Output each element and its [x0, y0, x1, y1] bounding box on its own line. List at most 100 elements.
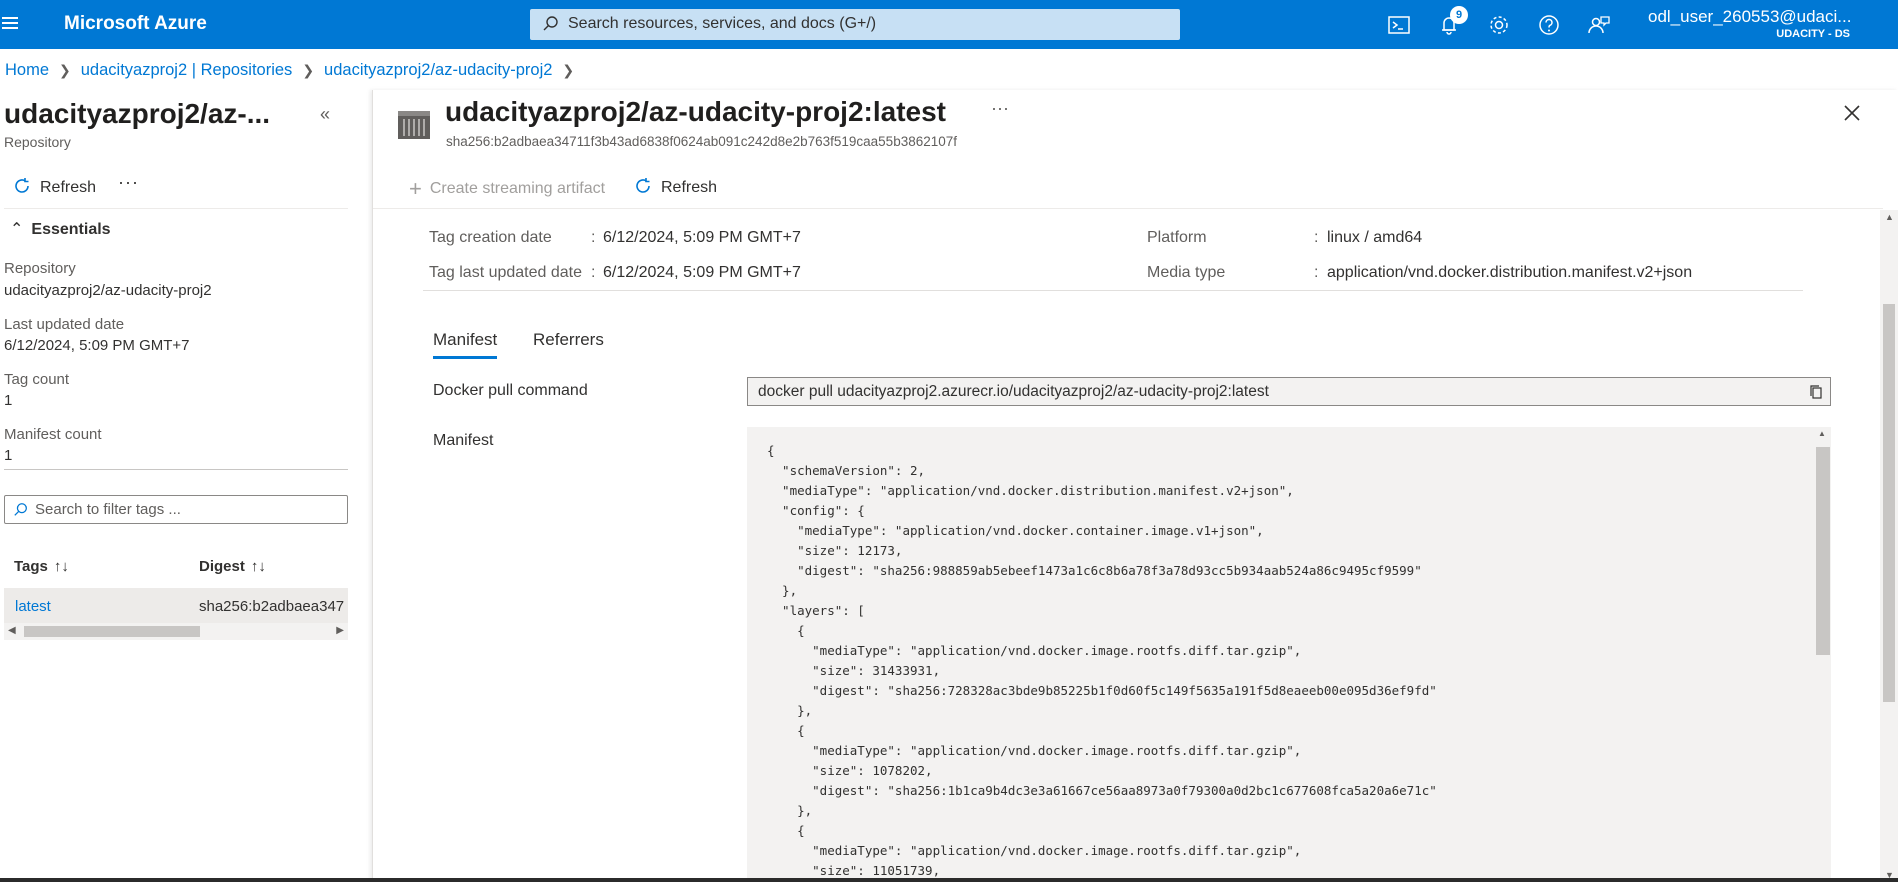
user-account[interactable]: odl_user_260553@udaci... UDACITY - DS	[1648, 7, 1850, 40]
essentials-label: Essentials	[31, 221, 111, 238]
content-refresh-label: Refresh	[661, 179, 718, 196]
tag-updated-label: Tag last updated date	[429, 264, 583, 281]
property-value: udacityazproj2/az-udacity-proj2	[4, 282, 212, 299]
scrollbar-thumb[interactable]	[1883, 304, 1895, 702]
repository-subtitle: Repository	[4, 134, 71, 150]
docker-pull-value: docker pull udacityazproj2.azurecr.io/ud…	[758, 383, 1269, 400]
more-options-button[interactable]: ···	[991, 98, 1009, 119]
chevron-right-icon: ❯	[562, 62, 575, 78]
media-type-value: application/vnd.docker.distribution.mani…	[1327, 264, 1693, 281]
search-placeholder: Search resources, services, and docs (G+…	[568, 15, 877, 32]
docker-pull-label: Docker pull command	[433, 382, 588, 399]
filter-placeholder: Search to filter tags ...	[35, 501, 181, 518]
property-label: Tag count	[4, 371, 70, 388]
content-refresh-button[interactable]: Refresh	[633, 176, 717, 197]
property-value: 6/12/2024, 5:09 PM GMT+7	[4, 337, 190, 354]
scrollbar-thumb[interactable]	[24, 626, 200, 637]
collapse-pane-icon[interactable]: «	[320, 104, 330, 125]
colon: :	[591, 264, 596, 281]
column-header-digest[interactable]: Digest ↑↓	[199, 558, 266, 575]
hamburger-menu-icon[interactable]	[0, 14, 20, 34]
repository-pane: udacityazproj2/az-... Repository « Refre…	[0, 90, 372, 882]
media-type-label: Media type	[1147, 264, 1226, 281]
notification-badge: 9	[1450, 6, 1468, 24]
breadcrumb: Home ❯ udacityazproj2 | Repositories ❯ udaci…	[5, 61, 584, 80]
breadcrumb-home[interactable]: Home	[5, 61, 49, 79]
breadcrumb-repositories[interactable]: udacityazproj2 | Repositories	[81, 61, 293, 79]
tag-details-pane: udacityazproj2/az-udacity-proj2:latest ·…	[372, 90, 1898, 882]
colon: :	[591, 229, 596, 246]
left-refresh-label: Refresh	[40, 179, 97, 196]
global-search-input[interactable]: Search resources, services, and docs (G+…	[530, 9, 1180, 40]
scroll-up-icon[interactable]: ▲	[1818, 429, 1826, 438]
tag-title: udacityazproj2/az-udacity-proj2:latest	[445, 96, 947, 127]
copy-icon[interactable]	[1808, 384, 1824, 400]
refresh-icon	[636, 178, 650, 193]
colon: :	[1314, 264, 1319, 281]
horizontal-scrollbar[interactable]: ◀ ▶	[4, 623, 348, 640]
chevron-right-icon: ❯	[59, 62, 71, 78]
tag-updated-value: 6/12/2024, 5:09 PM GMT+7	[603, 264, 801, 281]
user-tenant: UDACITY - DS	[1776, 28, 1850, 40]
container-image-icon	[398, 111, 430, 139]
close-icon[interactable]	[1841, 102, 1863, 124]
user-name: odl_user_260553@udaci...	[1648, 7, 1850, 26]
feedback-icon[interactable]	[1586, 12, 1612, 38]
create-artifact-label: Create streaming artifact	[429, 180, 606, 197]
create-streaming-artifact-button[interactable]: + Create streaming artifact	[409, 176, 605, 202]
property-label: Repository	[4, 260, 76, 277]
table-row[interactable]: latest sha256:b2adbaea347	[4, 588, 348, 623]
manifest-label: Manifest	[433, 432, 494, 449]
platform-value: linux / amd64	[1327, 229, 1423, 246]
column-header-label: Digest	[199, 558, 245, 575]
more-options-button[interactable]: ···	[118, 172, 139, 193]
scroll-right-icon[interactable]: ▶	[336, 625, 344, 636]
manifest-scrollbar[interactable]: ▲	[1815, 427, 1831, 882]
sort-icon: ↑↓	[53, 558, 69, 575]
help-icon[interactable]	[1536, 12, 1562, 38]
repository-title: udacityazproj2/az-...	[4, 98, 271, 129]
column-header-tags[interactable]: Tags ↑↓	[14, 558, 69, 575]
tag-creation-label: Tag creation date	[429, 229, 552, 246]
page-scrollbar[interactable]: ▲ ▼	[1880, 210, 1898, 882]
bottom-edge	[0, 878, 1898, 882]
divider	[373, 208, 1883, 209]
scroll-up-icon[interactable]: ▲	[1885, 212, 1894, 222]
platform-label: Platform	[1147, 229, 1207, 246]
tag-creation-value: 6/12/2024, 5:09 PM GMT+7	[603, 229, 801, 246]
essentials-toggle[interactable]: ⌃ Essentials	[10, 219, 111, 239]
filter-tags-input[interactable]: Search to filter tags ...	[4, 495, 348, 524]
avatar[interactable]	[1858, 0, 1898, 49]
plus-icon: +	[409, 176, 422, 201]
manifest-json: { "schemaVersion": 2, "mediaType": "appl…	[767, 443, 1437, 878]
property-value: 1	[4, 447, 13, 464]
search-icon	[14, 503, 27, 516]
property-label: Last updated date	[4, 316, 125, 333]
divider	[4, 208, 348, 209]
breadcrumb-repository[interactable]: udacityazproj2/az-udacity-proj2	[324, 61, 552, 79]
property-label: Manifest count	[4, 426, 102, 443]
tab-referrers[interactable]: Referrers	[533, 330, 604, 350]
scrollbar-thumb[interactable]	[1816, 447, 1830, 655]
column-header-label: Tags	[14, 558, 48, 575]
property-value: 1	[4, 392, 13, 409]
chevron-up-icon: ⌃	[10, 221, 24, 238]
tag-digest: sha256:b2adbaea34711f3b43ad6838f0624ab09…	[446, 134, 958, 149]
digest-cell: sha256:b2adbaea347	[199, 598, 345, 615]
tab-manifest[interactable]: Manifest	[433, 330, 498, 359]
divider	[423, 290, 1803, 291]
colon: :	[1314, 229, 1319, 246]
brand-logo[interactable]: Microsoft Azure	[64, 13, 207, 35]
scroll-left-icon[interactable]: ◀	[8, 625, 16, 636]
docker-pull-command-field[interactable]: docker pull udacityazproj2.azurecr.io/ud…	[747, 377, 1831, 406]
chevron-right-icon: ❯	[302, 62, 315, 78]
search-icon	[543, 16, 558, 31]
refresh-icon	[15, 178, 29, 193]
manifest-viewer[interactable]: { "schemaVersion": 2, "mediaType": "appl…	[747, 427, 1831, 882]
tag-link[interactable]: latest	[15, 598, 51, 615]
left-refresh-button[interactable]: Refresh	[12, 176, 96, 197]
sort-icon: ↑↓	[250, 558, 266, 575]
cloud-shell-icon[interactable]	[1386, 12, 1412, 38]
gear-icon[interactable]	[1486, 12, 1512, 38]
divider	[4, 469, 348, 470]
